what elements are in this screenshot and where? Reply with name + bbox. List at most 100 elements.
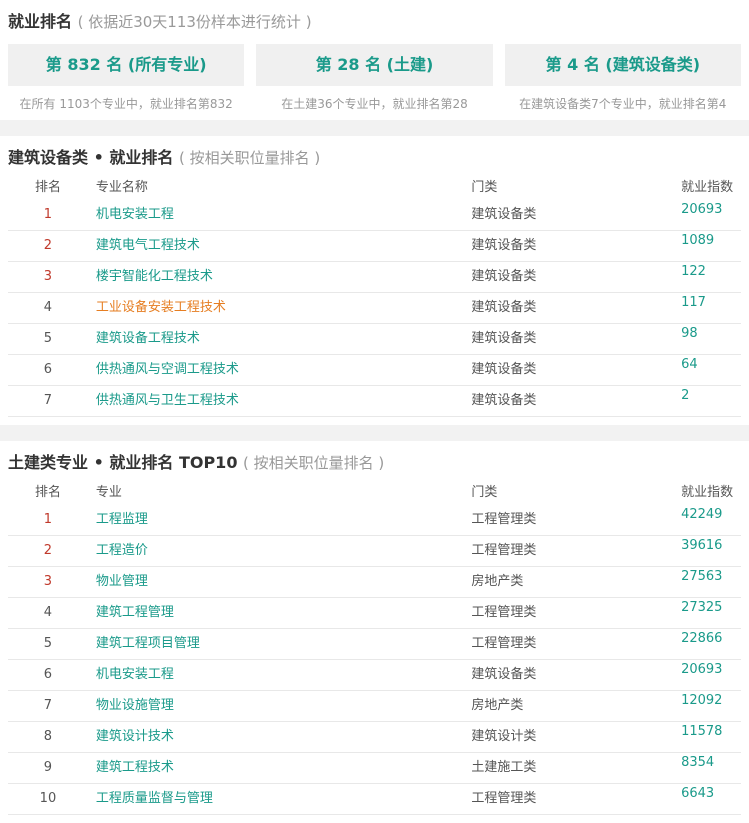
row-employment-index: 27325 xyxy=(681,600,723,615)
rank-card-civil: 第 28 名 (土建) 在土建36个专业中，就业排名第28 xyxy=(256,44,493,112)
row-category: 建筑设备类 xyxy=(471,667,537,682)
equipment-ranking-subtitle: ( 按相关职位量排名 ) xyxy=(178,149,321,167)
header-category: 门类 xyxy=(471,180,498,195)
row-major-link[interactable]: 建筑设备工程技术 xyxy=(88,324,471,354)
row-rank: 6 xyxy=(43,362,53,377)
row-category: 工程管理类 xyxy=(471,636,537,651)
row-category: 工程管理类 xyxy=(471,543,537,558)
row-major-link[interactable]: 楼宇智能化工程技术 xyxy=(88,262,471,292)
row-category: 建筑设备类 xyxy=(471,362,537,377)
table-row: 5 建筑工程项目管理 工程管理类 22866 xyxy=(8,629,741,660)
equipment-ranking-title: 建筑设备类 • 就业排名 ( 按相关职位量排名 ) xyxy=(8,146,741,170)
table-row: 1 机电安装工程 建筑设备类 20693 xyxy=(8,200,741,231)
rank-card-equipment-desc: 在建筑设备类7个专业中，就业排名第4 xyxy=(519,97,727,111)
row-rank: 4 xyxy=(43,605,53,620)
table-row: 10 工程质量监督与管理 工程管理类 6643 xyxy=(8,784,741,815)
row-major-link[interactable]: 工程质量监督与管理 xyxy=(88,784,471,814)
row-employment-index: 42249 xyxy=(681,507,723,522)
header-category: 门类 xyxy=(471,485,498,500)
row-rank: 3 xyxy=(43,269,53,284)
table-row: 6 机电安装工程 建筑设备类 20693 xyxy=(8,660,741,691)
table-row: 4 工业设备安装工程技术 建筑设备类 117 xyxy=(8,293,741,324)
row-major-link[interactable]: 物业设施管理 xyxy=(88,691,471,721)
overview-title-text: 就业排名 xyxy=(8,12,73,31)
row-rank: 8 xyxy=(43,729,53,744)
row-employment-index: 8354 xyxy=(681,755,715,770)
section-divider xyxy=(0,425,749,441)
row-major-link[interactable]: 供热通风与空调工程技术 xyxy=(88,355,471,385)
overview-title: 就业排名 ( 依据近30天113份样本进行统计 ) xyxy=(8,10,741,34)
row-rank: 1 xyxy=(43,207,53,222)
row-rank: 1 xyxy=(43,512,53,527)
row-major-link[interactable]: 机电安装工程 xyxy=(88,200,471,230)
row-major-link[interactable]: 建筑设计技术 xyxy=(88,722,471,752)
row-major-link[interactable]: 工程造价 xyxy=(88,536,471,566)
table-header: 排名 专业名称 门类 就业指数 xyxy=(8,176,741,200)
row-employment-index: 98 xyxy=(681,326,698,341)
equipment-ranking-section: 建筑设备类 • 就业排名 ( 按相关职位量排名 ) 排名 专业名称 门类 就业指… xyxy=(0,136,749,425)
rank-card-equipment-label: 第 4 名 (建筑设备类) xyxy=(504,44,741,86)
row-rank: 7 xyxy=(43,698,53,713)
table-row: 7 供热通风与卫生工程技术 建筑设备类 2 xyxy=(8,386,741,417)
row-rank: 7 xyxy=(43,393,53,408)
row-major-link[interactable]: 建筑工程技术 xyxy=(88,753,471,783)
row-category: 建筑设备类 xyxy=(471,207,537,222)
equipment-ranking-table: 1 机电安装工程 建筑设备类 20693 2 建筑电气工程技术 建筑设备类 1089 3 楼宇智能… xyxy=(8,200,741,417)
row-major-link[interactable]: 工业设备安装工程技术 xyxy=(88,293,471,323)
row-major-link[interactable]: 工程监理 xyxy=(88,505,471,535)
row-major-link[interactable]: 物业管理 xyxy=(88,567,471,597)
header-rank: 排名 xyxy=(34,485,61,500)
row-category: 建筑设备类 xyxy=(471,238,537,253)
row-employment-index: 122 xyxy=(681,264,706,279)
table-row: 7 物业设施管理 房地产类 12092 xyxy=(8,691,741,722)
row-employment-index: 11578 xyxy=(681,724,723,739)
equipment-ranking-title-text: 建筑设备类 • 就业排名 xyxy=(8,148,174,167)
row-major-link[interactable]: 供热通风与卫生工程技术 xyxy=(88,386,471,416)
row-category: 建筑设备类 xyxy=(471,331,537,346)
row-category: 建筑设计类 xyxy=(471,729,537,744)
row-employment-index: 1089 xyxy=(681,233,715,248)
row-category: 建筑设备类 xyxy=(471,269,537,284)
row-employment-index: 39616 xyxy=(681,538,723,553)
rank-card-all-label: 第 832 名 (所有专业) xyxy=(8,44,245,86)
overview-section: 就业排名 ( 依据近30天113份样本进行统计 ) 第 832 名 (所有专业)… xyxy=(0,0,749,120)
row-rank: 4 xyxy=(43,300,53,315)
row-employment-index: 22866 xyxy=(681,631,723,646)
civil-ranking-title: 土建类专业 • 就业排名 TOP10 ( 按相关职位量排名 ) xyxy=(8,451,741,475)
row-category: 工程管理类 xyxy=(471,605,537,620)
header-index: 就业指数 xyxy=(681,485,734,500)
header-name: 专业名称 xyxy=(95,180,148,195)
row-category: 工程管理类 xyxy=(471,512,537,527)
row-employment-index: 6643 xyxy=(681,786,715,801)
row-employment-index: 20693 xyxy=(681,202,723,217)
row-rank: 5 xyxy=(43,331,53,346)
row-rank: 6 xyxy=(43,667,53,682)
row-rank: 2 xyxy=(43,238,53,253)
row-rank: 5 xyxy=(43,636,53,651)
row-category: 房地产类 xyxy=(471,698,524,713)
row-employment-index: 64 xyxy=(681,357,698,372)
row-major-link[interactable]: 建筑工程管理 xyxy=(88,598,471,628)
section-divider xyxy=(0,120,749,136)
civil-ranking-title-text: 土建类专业 • 就业排名 TOP10 xyxy=(8,453,238,472)
row-category: 工程管理类 xyxy=(471,791,537,806)
table-row: 8 建筑设计技术 建筑设计类 11578 xyxy=(8,722,741,753)
row-major-link[interactable]: 建筑电气工程技术 xyxy=(88,231,471,261)
rank-card-all: 第 832 名 (所有专业) 在所有 1103个专业中，就业排名第832 xyxy=(8,44,245,112)
rank-card-all-desc: 在所有 1103个专业中，就业排名第832 xyxy=(19,97,233,111)
table-row: 3 物业管理 房地产类 27563 xyxy=(8,567,741,598)
row-category: 房地产类 xyxy=(471,574,524,589)
row-category: 土建施工类 xyxy=(471,760,537,775)
row-major-link[interactable]: 建筑工程项目管理 xyxy=(88,629,471,659)
civil-ranking-subtitle: ( 按相关职位量排名 ) xyxy=(243,454,385,472)
table-row: 2 工程造价 工程管理类 39616 xyxy=(8,536,741,567)
row-major-link[interactable]: 机电安装工程 xyxy=(88,660,471,690)
row-rank: 2 xyxy=(43,543,53,558)
row-employment-index: 12092 xyxy=(681,693,723,708)
rank-card-civil-label: 第 28 名 (土建) xyxy=(256,44,493,86)
table-row: 2 建筑电气工程技术 建筑设备类 1089 xyxy=(8,231,741,262)
header-name: 专业 xyxy=(95,485,122,500)
row-category: 建筑设备类 xyxy=(471,393,537,408)
rank-cards: 第 832 名 (所有专业) 在所有 1103个专业中，就业排名第832 第 2… xyxy=(8,44,741,112)
row-employment-index: 20693 xyxy=(681,662,723,677)
